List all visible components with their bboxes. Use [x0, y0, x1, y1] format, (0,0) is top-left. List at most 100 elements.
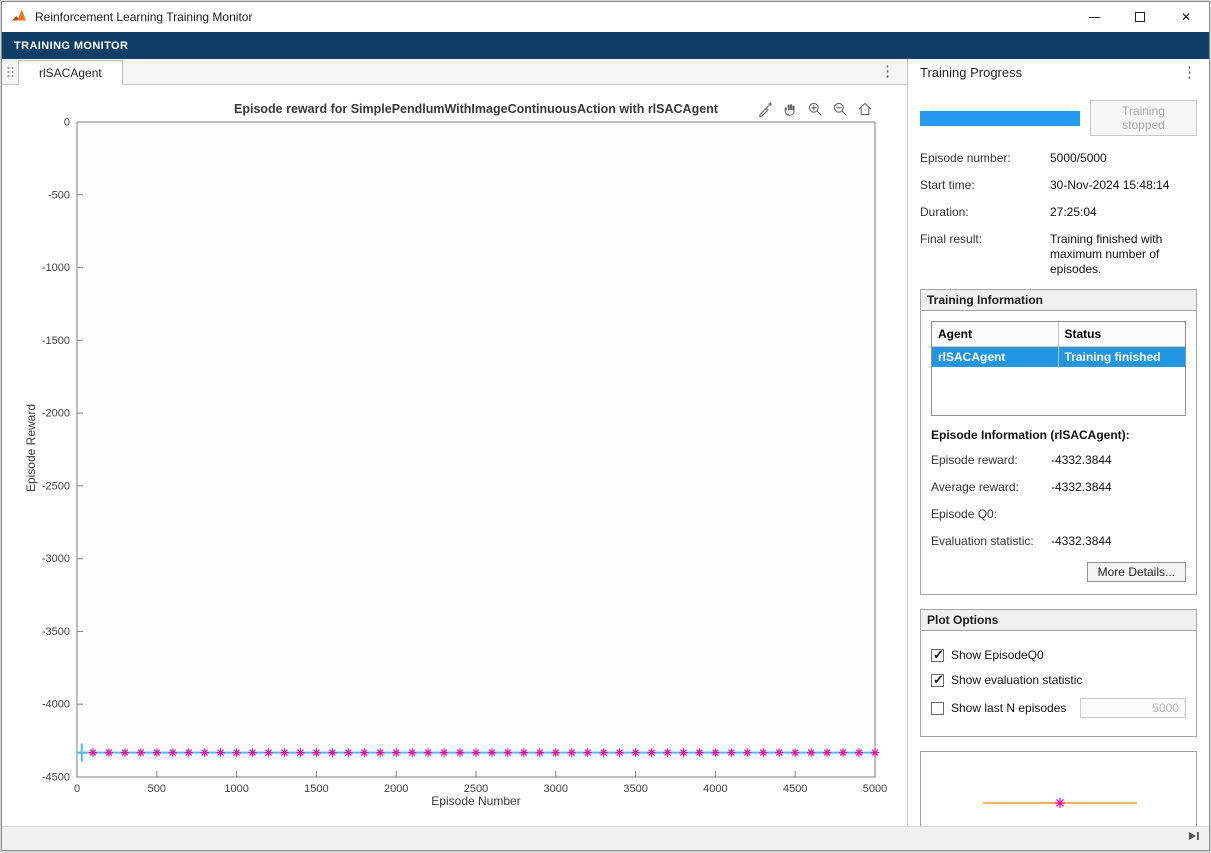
field-label: Evaluation statistic: [931, 534, 1034, 548]
training-stopped-button[interactable]: Training stopped [1090, 100, 1197, 136]
field-average-reward: Average reward: -4332.3844 [931, 480, 1186, 494]
field-label: Average reward: [931, 480, 1019, 494]
option-show-last-n-episodes: Show last N episodes [931, 698, 1186, 718]
show-evaluation-statistic-checkbox[interactable] [931, 672, 944, 688]
panel-title: Training Progress [920, 64, 1023, 80]
field-label: Start time: [920, 178, 975, 192]
cell-agent: rlSACAgent [932, 347, 1059, 367]
minimize-button[interactable] [1071, 2, 1117, 32]
field-label: Episode Q0: [931, 507, 998, 521]
main-area: rlSACAgent ⋮ 0 -500 -1000 -1500 -2000 -2500 -3… [2, 59, 1209, 826]
field-label: Episode number: [920, 151, 1011, 165]
field-episode-q0: Episode Q0: [931, 507, 1186, 521]
field-duration: Duration: 27:25:04 [920, 205, 1197, 220]
panel-kebab-icon[interactable]: ⋮ [1170, 65, 1209, 80]
svg-text:-3500: -3500 [42, 626, 70, 638]
more-details-button[interactable]: More Details... [1086, 562, 1186, 582]
window-controls: ✕ [1071, 2, 1209, 32]
svg-text:-1000: -1000 [42, 262, 70, 274]
panel-body: Training stopped Episode number: 5000/50… [908, 85, 1209, 826]
plot-options-section: Plot Options Show EpisodeQ0 Show evaluat… [920, 609, 1197, 737]
svg-text:-2500: -2500 [42, 480, 70, 492]
svg-text:-2000: -2000 [42, 408, 70, 420]
training-information-body: Agent Status rlSACAgent Training finishe… [921, 311, 1196, 594]
field-value: -4332.3844 [1051, 453, 1112, 467]
field-value: 27:25:04 [1050, 205, 1097, 219]
tab-rlsacagent[interactable]: rlSACAgent [18, 60, 123, 85]
document-area: rlSACAgent ⋮ 0 -500 -1000 -1500 -2000 -2500 -3… [2, 59, 908, 826]
training-progress-panel: Training Progress ⋮ Training stopped Epi… [908, 59, 1209, 826]
pan-hand-icon[interactable] [781, 100, 799, 118]
progress-bar [920, 110, 1080, 126]
field-value: 30-Nov-2024 15:48:14 [1050, 178, 1170, 192]
field-final-result: Final result: Training finished with max… [920, 232, 1197, 277]
field-value: 5000/5000 [1050, 151, 1107, 165]
tab-drag-handle[interactable] [2, 59, 18, 84]
field-value: -4332.3844 [1051, 480, 1112, 494]
zoom-in-icon[interactable] [806, 100, 824, 118]
column-header-status: Status [1064, 327, 1102, 341]
cell-status: Training finished [1064, 350, 1161, 364]
table-row[interactable]: rlSACAgent Training finished [932, 347, 1185, 367]
svg-text:-1500: -1500 [42, 335, 70, 347]
field-episode-reward: Episode reward: -4332.3844 [931, 453, 1186, 467]
home-icon[interactable] [856, 100, 874, 118]
document-tabbar: rlSACAgent ⋮ [2, 59, 907, 85]
plot-xlabel: Episode Number [431, 794, 521, 808]
close-icon: ✕ [1180, 10, 1192, 24]
axes-toolbar [756, 100, 874, 118]
plot-options-body: Show EpisodeQ0 Show evaluation statistic… [921, 631, 1196, 736]
training-information-section: Training Information Agent Status rlSACA… [920, 289, 1197, 595]
grip-dots-icon [7, 66, 13, 77]
option-label: Show last N episodes [951, 701, 1067, 715]
matlab-logo-icon [11, 7, 27, 28]
ribbon: TRAINING MONITOR [2, 32, 1209, 59]
option-show-evaluation-statistic: Show evaluation statistic [931, 672, 1186, 688]
svg-text:-3000: -3000 [42, 553, 70, 565]
field-value: -4332.3844 [1051, 534, 1112, 548]
window-title: Reinforcement Learning Training Monitor [35, 10, 253, 24]
plot-ylabel: Episode Reward [24, 403, 38, 493]
training-information-header: Training Information [921, 290, 1196, 311]
field-value: Training finished with maximum number of… [1050, 232, 1163, 276]
maximize-button[interactable] [1117, 2, 1163, 32]
titlebar: Reinforcement Learning Training Monitor … [2, 2, 1209, 32]
svg-text:0: 0 [64, 117, 70, 129]
show-episodeq0-checkbox[interactable] [931, 647, 944, 663]
field-label: Episode reward: [931, 453, 1018, 467]
show-last-n-episodes-checkbox[interactable] [931, 701, 944, 715]
svg-text:-4000: -4000 [42, 699, 70, 711]
legend-preview-plot [983, 798, 1137, 808]
table-header-row: Agent Status [932, 322, 1185, 347]
field-label: Duration: [920, 205, 969, 219]
reward-plot[interactable]: 0 -500 -1000 -1500 -2000 -2500 -3000 -3500 -4000… [2, 85, 907, 828]
field-evaluation-statistic: Evaluation statistic: -4332.3844 [931, 534, 1186, 548]
svg-text:-500: -500 [48, 189, 70, 201]
option-show-episodeq0: Show EpisodeQ0 [931, 647, 1186, 663]
app-window: Reinforcement Learning Training Monitor … [1, 1, 1210, 851]
option-label: Show EpisodeQ0 [951, 648, 1044, 662]
field-start-time: Start time: 30-Nov-2024 15:48:14 [920, 178, 1197, 193]
more-details-row: More Details... [931, 562, 1186, 582]
legend-preview [920, 751, 1197, 826]
zoom-out-icon[interactable] [831, 100, 849, 118]
last-n-episodes-input[interactable] [1080, 698, 1186, 718]
progress-row: Training stopped [920, 100, 1197, 136]
figure-area: 0 -500 -1000 -1500 -2000 -2500 -3000 -3500 -4000… [2, 85, 907, 826]
field-label: Final result: [920, 232, 983, 246]
minimize-icon [1088, 16, 1100, 18]
field-episode-number: Episode number: 5000/5000 [920, 151, 1197, 166]
agent-status-table: Agent Status rlSACAgent Training finishe… [931, 321, 1186, 416]
panel-header: Training Progress ⋮ [908, 59, 1209, 85]
skip-to-end-icon[interactable] [1187, 829, 1201, 848]
episode-information-header: Episode Information (rlSACAgent): [931, 428, 1130, 442]
brush-icon[interactable] [756, 100, 774, 118]
close-button[interactable]: ✕ [1163, 2, 1209, 32]
ribbon-tab-training-monitor[interactable]: TRAINING MONITOR [14, 40, 128, 52]
statusbar [2, 826, 1209, 850]
plot-options-header: Plot Options [921, 610, 1196, 631]
table-empty-area [932, 367, 1185, 415]
document-kebab-icon[interactable]: ⋮ [868, 64, 907, 79]
progress-bar-fill [920, 110, 1080, 126]
maximize-icon [1135, 12, 1145, 22]
